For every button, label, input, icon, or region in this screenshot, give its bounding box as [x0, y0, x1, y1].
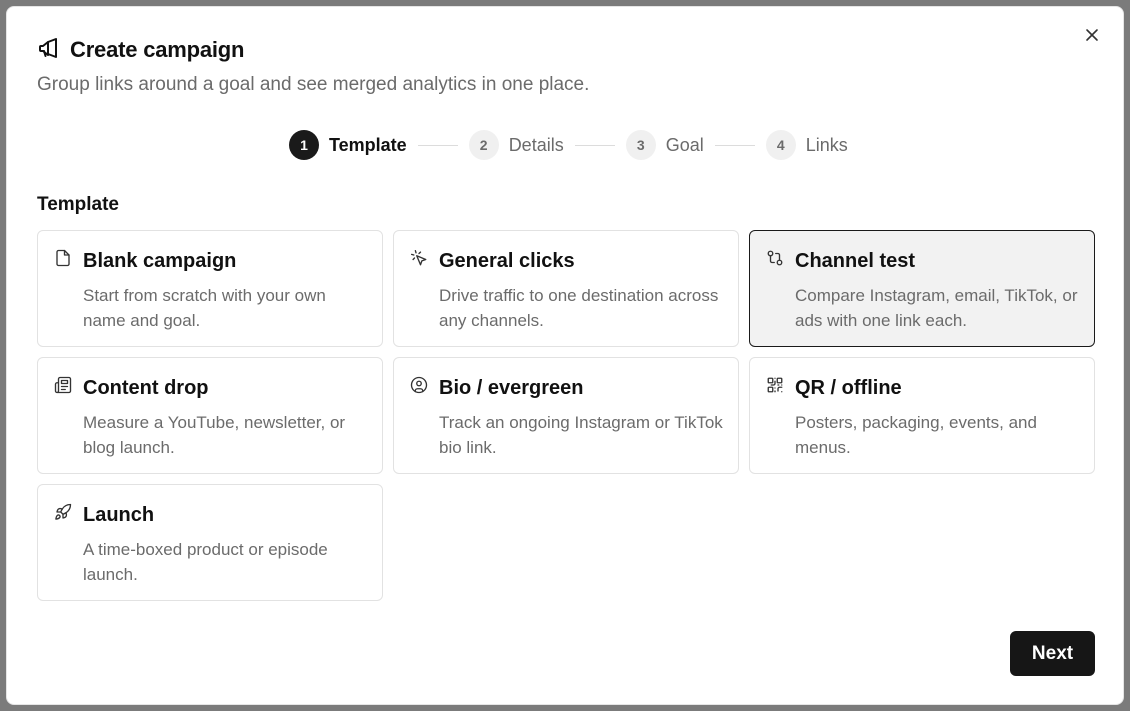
step-number: 2 — [468, 130, 499, 160]
step-connector — [714, 144, 755, 146]
qr-code-icon — [766, 376, 784, 394]
dialog-subtitle: Group links around a goal and see merged… — [37, 74, 590, 95]
card-title: Blank campaign — [83, 250, 237, 272]
step-number: 4 — [765, 130, 796, 160]
template-card-blank-campaign[interactable]: Blank campaign Start from scratch with y… — [37, 230, 383, 347]
template-card-general-clicks[interactable]: General clicks Drive traffic to one dest… — [393, 230, 739, 347]
step-details[interactable]: 2 Details — [468, 130, 564, 160]
step-label: Goal — [665, 134, 704, 155]
newspaper-icon — [54, 376, 72, 394]
template-card-qr-offline[interactable]: QR / offline Posters, packaging, events,… — [749, 357, 1095, 474]
template-card-channel-test[interactable]: Channel test Compare Instagram, email, T… — [749, 230, 1095, 347]
template-card-bio-evergreen[interactable]: Bio / evergreen Track an ongoing Instagr… — [393, 357, 739, 474]
dialog-title: Create campaign — [70, 37, 245, 62]
close-icon — [1085, 28, 1099, 47]
card-description: Measure a YouTube, newsletter, or blog l… — [83, 413, 346, 457]
card-description: A time-boxed product or episode launch. — [83, 540, 328, 584]
close-button[interactable] — [1081, 26, 1103, 48]
step-label: Template — [329, 134, 407, 155]
card-title: Content drop — [83, 377, 209, 399]
card-description: Drive traffic to one destination across … — [439, 286, 719, 330]
template-grid: Blank campaign Start from scratch with y… — [37, 230, 1095, 601]
user-circle-icon — [410, 376, 428, 394]
step-goal[interactable]: 3 Goal — [625, 130, 704, 160]
card-description: Posters, packaging, events, and menus. — [795, 413, 1037, 457]
card-title: Channel test — [795, 250, 916, 272]
template-card-launch[interactable]: Launch A time-boxed product or episode l… — [37, 484, 383, 601]
step-connector — [574, 144, 615, 146]
rocket-icon — [54, 503, 72, 521]
stepper: 1 Template 2 Details 3 Goal 4 Links — [289, 130, 848, 160]
step-label: Links — [805, 134, 848, 155]
card-title: Bio / evergreen — [439, 377, 584, 399]
card-description: Compare Instagram, email, TikTok, or ads… — [795, 286, 1078, 330]
step-number: 3 — [625, 130, 656, 160]
pointer-click-icon — [410, 249, 428, 267]
card-title: Launch — [83, 504, 155, 526]
step-number: 1 — [289, 130, 319, 160]
step-label: Details — [508, 134, 564, 155]
next-button[interactable]: Next — [1010, 631, 1095, 676]
section-label: Template — [37, 194, 120, 215]
card-description: Track an ongoing Instagram or TikTok bio… — [439, 413, 723, 457]
card-title: General clicks — [439, 250, 575, 272]
card-title: QR / offline — [795, 377, 902, 399]
template-card-content-drop[interactable]: Content drop Measure a YouTube, newslett… — [37, 357, 383, 474]
step-links[interactable]: 4 Links — [765, 130, 848, 160]
step-template[interactable]: 1 Template — [289, 130, 407, 160]
card-description: Start from scratch with your own name an… — [83, 286, 326, 330]
dialog-header: Create campaign Group links around a goa… — [37, 37, 589, 96]
create-campaign-dialog: Create campaign Group links around a goa… — [6, 6, 1124, 705]
git-compare-icon — [766, 249, 784, 267]
file-icon — [54, 249, 72, 267]
title-row: Create campaign — [37, 37, 589, 63]
step-connector — [417, 144, 458, 146]
megaphone-icon — [37, 36, 61, 65]
